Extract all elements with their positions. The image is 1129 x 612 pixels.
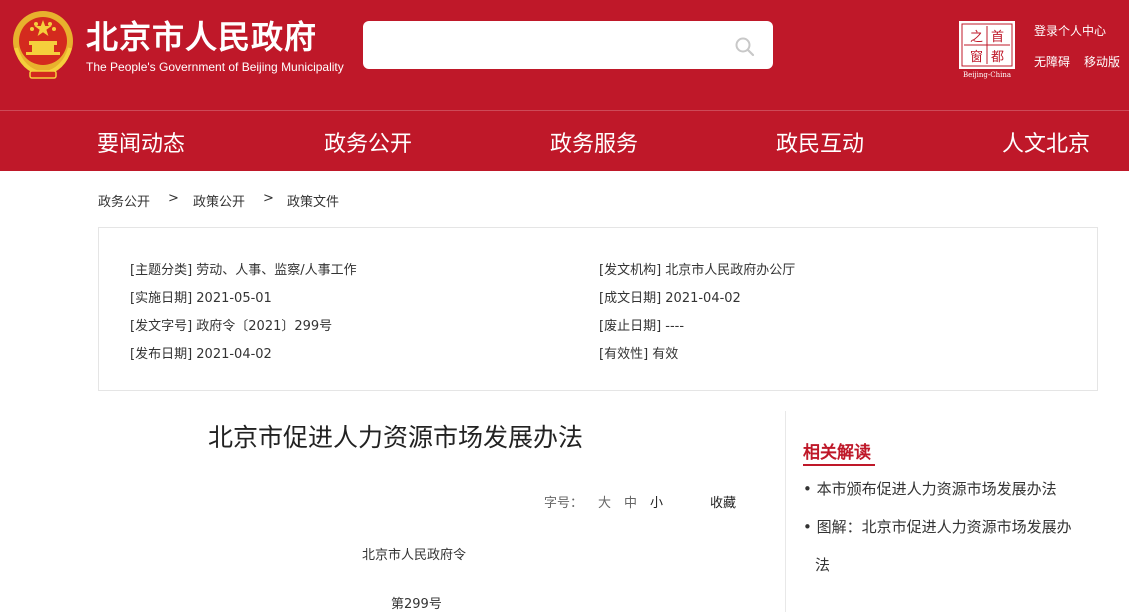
font-size-label: 字号： (544, 496, 584, 511)
breadcrumb-separator: > (168, 191, 179, 206)
sidebar-title-underline (803, 464, 875, 466)
meta-validity: [有效性] 有效 (599, 347, 679, 362)
site-title[interactable]: 北京市人民政府 (86, 12, 317, 58)
font-size-large-button[interactable]: 大 (598, 492, 611, 511)
meta-repeal-date: [废止日期] ---- (599, 319, 685, 334)
font-size-medium-button[interactable]: 中 (624, 492, 637, 511)
meta-effective-date: [实施日期] 2021-05-01 (130, 291, 272, 306)
site-header: 北京市人民政府 The People's Government of Beiji… (0, 0, 1129, 171)
logo-char-3: 窗 (970, 49, 983, 65)
nav-item-interaction[interactable]: 政民互动 (776, 126, 864, 158)
article-body-line: 北京市人民政府令 (362, 548, 467, 563)
login-link[interactable]: 登录个人中心 (1034, 22, 1106, 39)
logo-char-1: 之 (970, 30, 983, 45)
breadcrumb-item-affairs[interactable]: 政务公开 (98, 191, 150, 210)
logo-caption: Beijing-China (963, 71, 1011, 79)
site-subtitle: The People's Government of Beijing Munic… (86, 60, 344, 74)
meta-issuer: [发文机构] 北京市人民政府办公厅 (599, 263, 796, 278)
accessibility-link[interactable]: 无障碍 (1034, 53, 1070, 70)
favorite-button[interactable]: 收藏 (710, 492, 736, 511)
logo-char-4: 都 (991, 50, 1004, 65)
capital-window-logo-icon[interactable]: 之 首 窗 都 Beijing-China (958, 20, 1016, 80)
document-meta-box: [主题分类] 劳动、人事、监察/人事工作 [发文机构] 北京市人民政府办公厅 [… (98, 227, 1098, 391)
meta-publish-date: [发布日期] 2021-04-02 (130, 347, 272, 362)
font-size-small-button[interactable]: 小 (650, 492, 663, 511)
related-link-infographic-continued[interactable]: 法 (815, 554, 830, 575)
article-title: 北京市促进人力资源市场发展办法 (208, 423, 584, 452)
breadcrumb-item-policy-documents[interactable]: 政策文件 (287, 191, 339, 210)
search-box[interactable] (363, 21, 773, 69)
related-link-infographic[interactable]: • 图解：北京市促进人力资源市场发展办 (803, 516, 1072, 537)
search-icon[interactable] (734, 36, 756, 58)
breadcrumb-item-policy-disclosure[interactable]: 政策公开 (193, 191, 245, 210)
article-body-line: 第299号 (391, 597, 442, 612)
logo-char-2: 首 (991, 30, 1004, 45)
nav-divider (0, 110, 1129, 111)
nav-item-government-services[interactable]: 政务服务 (550, 126, 638, 158)
related-interpretation-title: 相关解读 (803, 443, 871, 463)
nav-item-news[interactable]: 要闻动态 (97, 126, 185, 158)
related-link-announcement[interactable]: • 本市颁布促进人力资源市场发展办法 (803, 478, 1057, 499)
sidebar-divider (785, 411, 786, 612)
meta-topic: [主题分类] 劳动、人事、监察/人事工作 (130, 263, 357, 278)
meta-written-date: [成文日期] 2021-04-02 (599, 291, 741, 306)
nav-item-culture[interactable]: 人文北京 (1002, 126, 1090, 158)
national-emblem-icon[interactable] (8, 8, 78, 80)
breadcrumb-separator: > (263, 191, 274, 206)
nav-item-government-affairs[interactable]: 政务公开 (324, 126, 412, 158)
mobile-version-link[interactable]: 移动版 (1084, 53, 1120, 70)
meta-document-number: [发文字号] 政府令〔2021〕299号 (130, 319, 333, 334)
search-input[interactable] (375, 29, 715, 61)
